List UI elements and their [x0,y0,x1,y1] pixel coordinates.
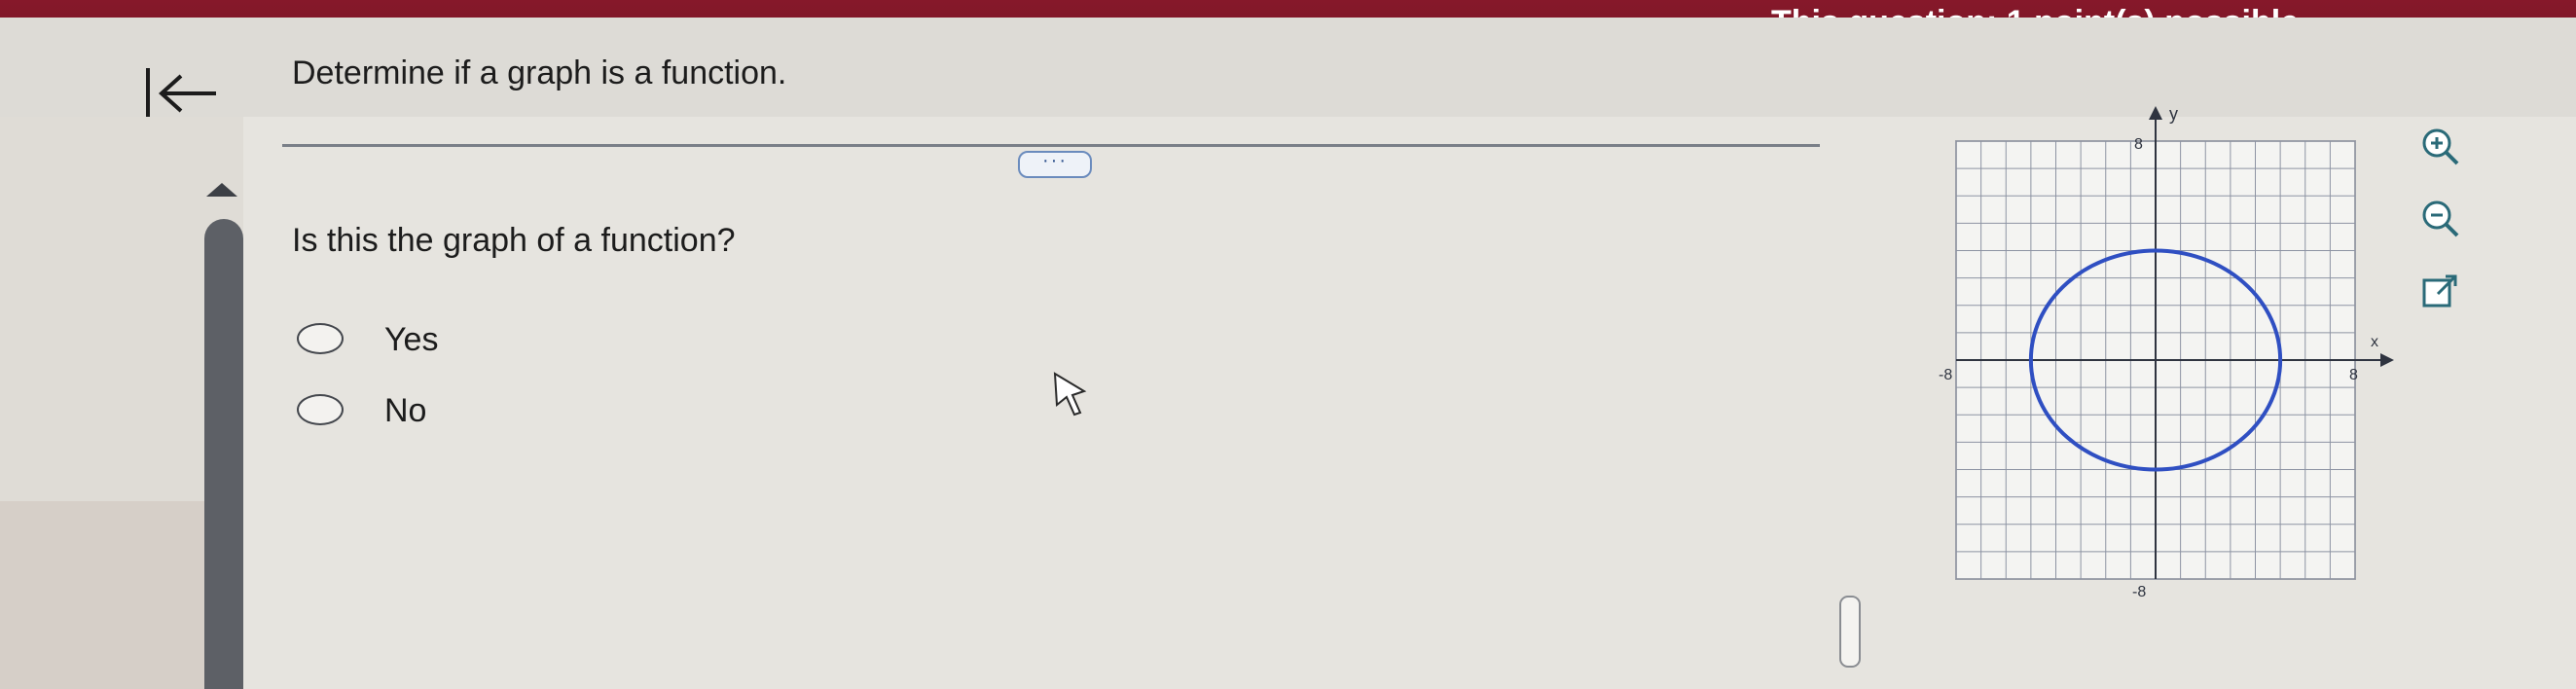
x-axis-arrow [2380,353,2394,367]
zoom-in-icon[interactable] [2418,125,2461,167]
x-axis-label: x [2371,334,2378,350]
question-prompt: Is this the graph of a function? [292,222,736,259]
section-divider [282,144,1820,147]
y-axis-label: y [2169,104,2178,124]
scrollbar[interactable] [204,219,243,689]
x-tick-label-max: 8 [2349,367,2358,383]
radio-yes[interactable] [297,323,344,354]
pop-out-icon[interactable] [2418,271,2461,313]
back-arrow-icon[interactable] [144,64,222,123]
y-tick-label-max: 8 [2134,136,2143,153]
mouse-cursor-icon [1053,372,1087,417]
radio-no[interactable] [297,394,344,425]
y-axis-arrow [2149,106,2162,120]
splitter-handle[interactable] [1839,596,1861,668]
x-tick-label-min: -8 [1939,367,1952,383]
y-tick-label-min: -8 [2132,584,2146,600]
more-options-button[interactable]: ··· [1018,151,1092,178]
scroll-up-icon[interactable] [206,183,237,197]
option-yes-label[interactable]: Yes [384,321,438,359]
zoom-out-icon[interactable] [2418,197,2461,239]
option-no-label[interactable]: No [384,392,426,430]
graph-tools [2418,125,2477,339]
instruction-title: Determine if a graph is a function. [292,54,787,91]
function-graph: y x -8 8 8 -8 [1939,104,2394,600]
